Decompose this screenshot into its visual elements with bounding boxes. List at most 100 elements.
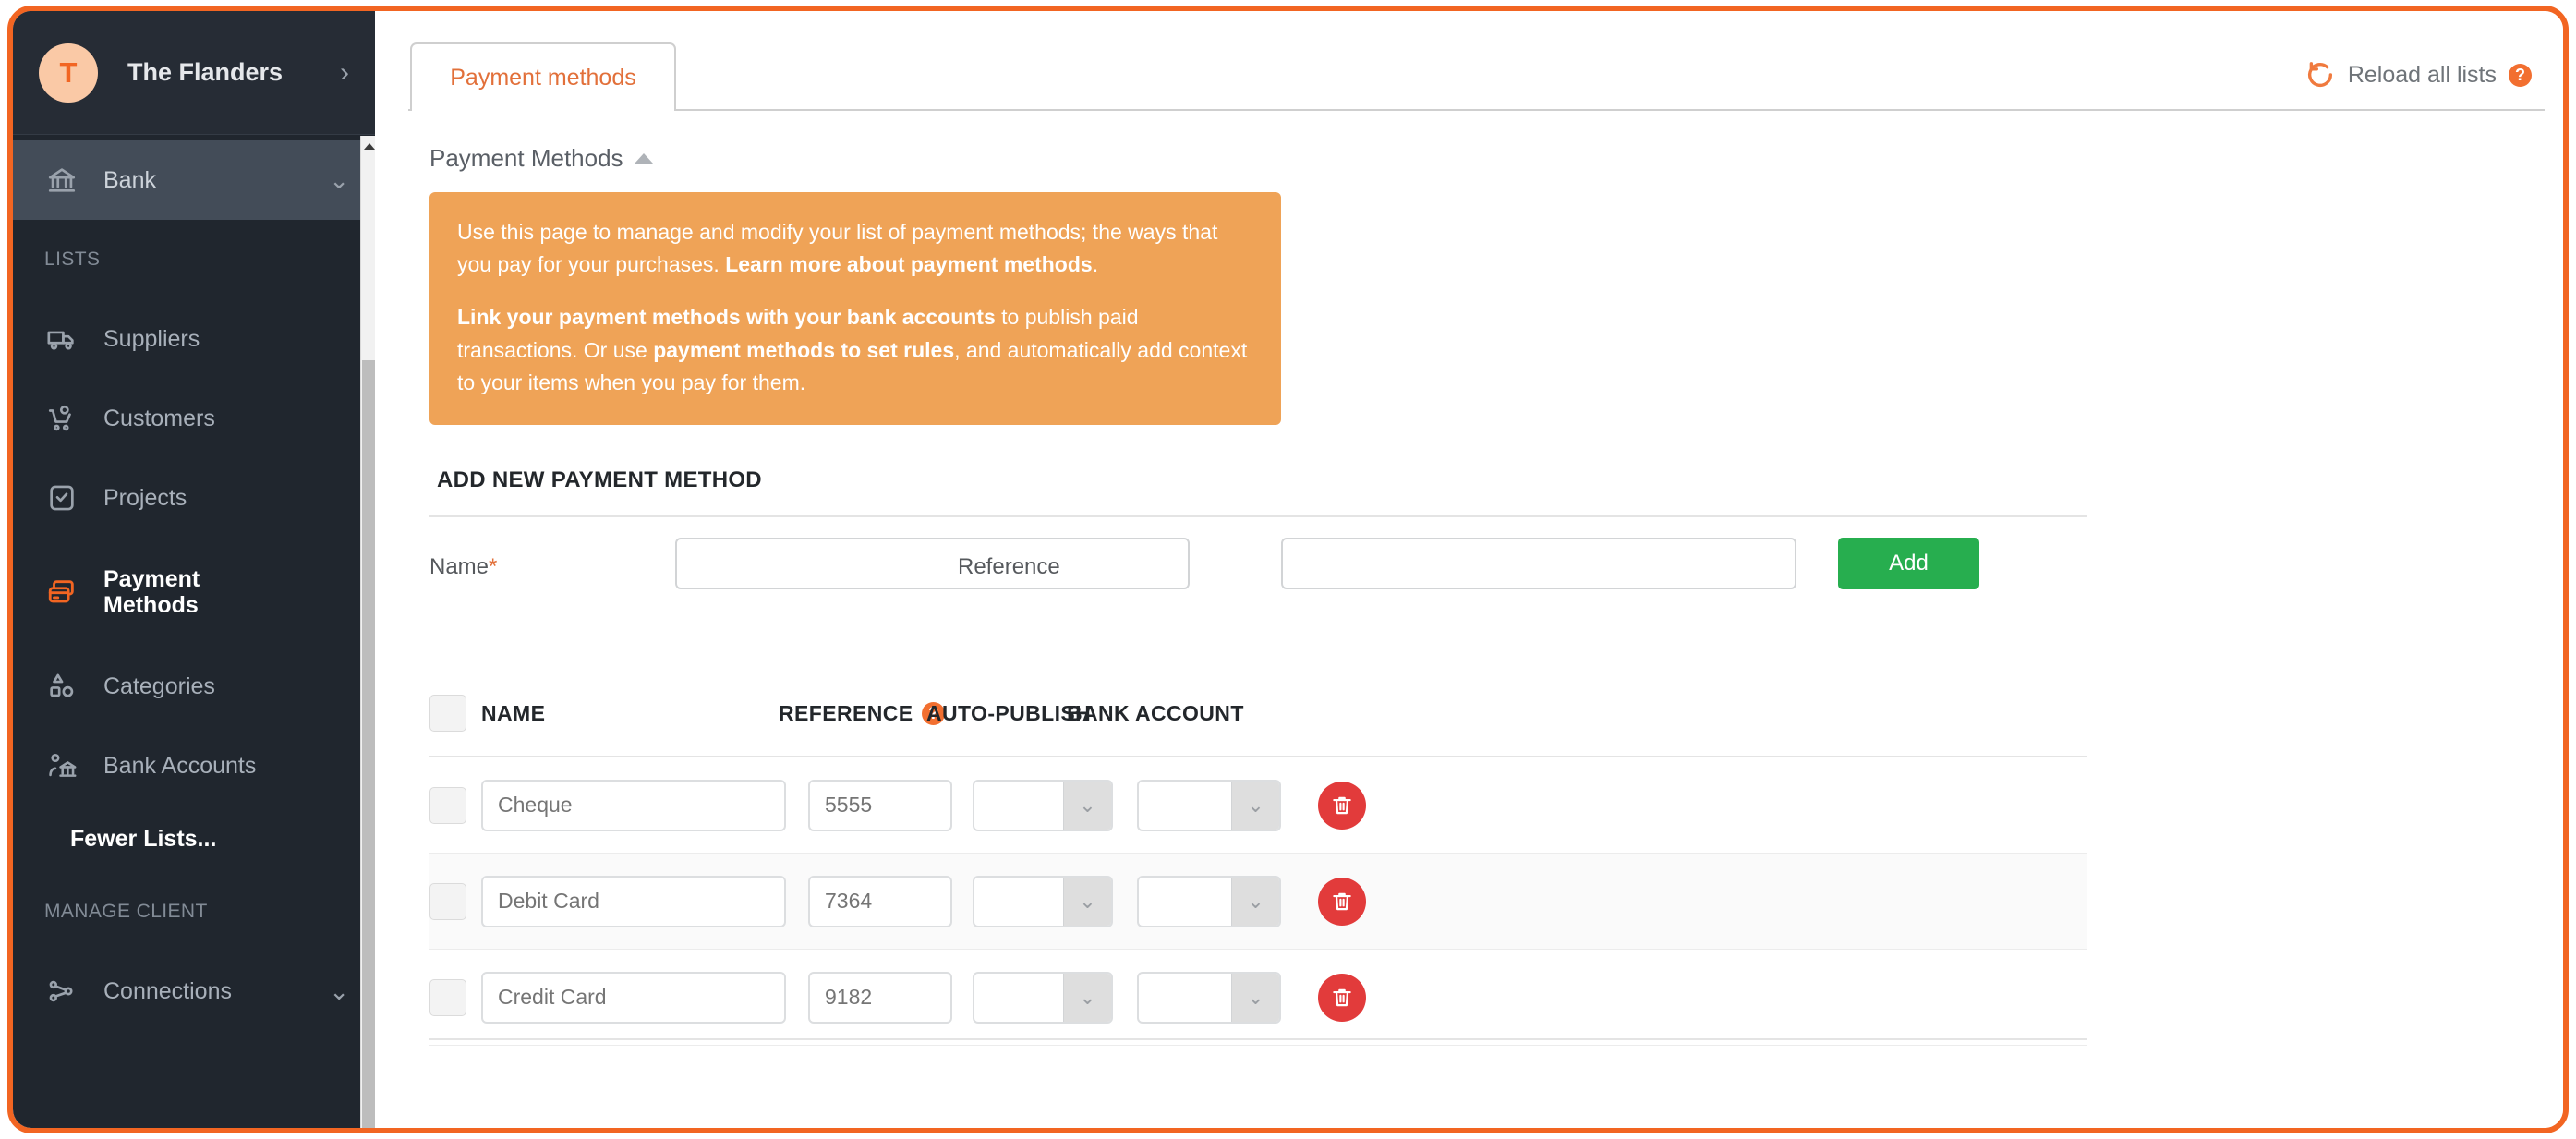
sidebar-item-suppliers-label: Suppliers — [103, 325, 200, 352]
sidebar-item-bank-label: Bank — [103, 166, 156, 193]
main-content: Payment methods Reload all lists ? Payme… — [375, 11, 2563, 1128]
row-bank-account-select[interactable]: ⌄ — [1137, 875, 1281, 927]
tab-strip: Payment methods — [408, 42, 2545, 111]
truck-icon — [44, 321, 79, 357]
page-title: Payment Methods — [429, 144, 623, 172]
row-auto-publish-select[interactable]: ⌄ — [973, 875, 1113, 927]
row-name-input[interactable] — [481, 875, 786, 927]
row-delete-button[interactable] — [1318, 781, 1366, 830]
row-checkbox[interactable] — [429, 978, 466, 1016]
row-select-cell — [429, 882, 481, 920]
sidebar-fewer-lists-label: Fewer Lists... — [70, 825, 217, 852]
learn-more-link[interactable]: Learn more about payment methods — [725, 252, 1092, 276]
sidebar-item-projects-label: Projects — [103, 484, 187, 511]
set-rules-link[interactable]: payment methods to set rules — [653, 338, 954, 362]
workspace-switcher[interactable]: T The Flanders › — [13, 11, 375, 135]
tab-payment-methods-label: Payment methods — [450, 64, 636, 91]
bank-person-icon — [44, 748, 79, 783]
chevron-down-icon[interactable]: ⌄ — [1231, 973, 1279, 1022]
row-bank-account-select[interactable]: ⌄ — [1137, 779, 1281, 831]
trash-icon — [1333, 988, 1351, 1006]
name-input[interactable] — [675, 538, 1190, 589]
avatar: T — [39, 42, 98, 103]
chevron-down-icon[interactable]: ⌄ — [329, 977, 349, 1006]
name-label-text: Name — [429, 554, 490, 579]
sidebar-item-categories-label: Categories — [103, 672, 215, 699]
chevron-down-icon[interactable]: ⌄ — [329, 166, 349, 195]
chevron-down-icon[interactable]: ⌄ — [1063, 973, 1111, 1022]
row-checkbox[interactable] — [429, 786, 466, 824]
sidebar-scrollbar[interactable] — [360, 136, 375, 1128]
add-button[interactable]: Add — [1838, 538, 1979, 589]
tab-payment-methods[interactable]: Payment methods — [410, 42, 676, 111]
link-bank-accounts-link[interactable]: Link your payment methods with your bank… — [457, 305, 996, 329]
row-select-cell — [429, 786, 481, 824]
app-window: T The Flanders › Bank ⌄ LISTS Suppliers … — [7, 6, 2569, 1133]
reference-input[interactable] — [1281, 538, 1796, 589]
sidebar-item-customers[interactable]: Customers — [13, 379, 375, 458]
tab-strip-underline — [408, 109, 2545, 111]
table-row: ⌄ ⌄ — [429, 854, 2087, 950]
reload-all-lists-button[interactable]: Reload all lists ? — [2304, 59, 2532, 91]
clipboard-check-icon — [44, 480, 79, 515]
chevron-right-icon[interactable]: › — [340, 58, 349, 87]
row-name-input[interactable] — [481, 779, 786, 831]
row-reference-input[interactable] — [808, 875, 952, 927]
select-all-cell — [429, 695, 481, 732]
row-reference-input[interactable] — [808, 779, 952, 831]
sidebar-item-customers-label: Customers — [103, 405, 215, 431]
sidebar-item-connections[interactable]: Connections ⌄ — [13, 951, 375, 1031]
column-header-reference-label: REFERENCE — [779, 700, 913, 725]
add-new-payment-method-heading: ADD NEW PAYMENT METHOD — [437, 467, 762, 492]
sidebar-item-payment-methods-label: Payment Methods — [103, 566, 200, 618]
chevron-down-icon[interactable]: ⌄ — [1231, 781, 1279, 830]
row-auto-publish-select[interactable]: ⌄ — [973, 971, 1113, 1024]
row-checkbox[interactable] — [429, 882, 466, 920]
column-header-bank-account: BANK ACCOUNT — [1067, 700, 1244, 725]
sidebar-item-suppliers[interactable]: Suppliers — [13, 299, 375, 379]
sidebar-item-connections-label: Connections — [103, 977, 232, 1004]
partial-icon — [44, 135, 79, 137]
sidebar-item-projects[interactable]: Projects — [13, 458, 375, 538]
required-mark: * — [489, 554, 498, 579]
sidebar-group-lists: LISTS — [44, 248, 101, 270]
reference-label: Reference — [958, 554, 1060, 579]
row-delete-button[interactable] — [1318, 973, 1366, 1022]
sidebar: T The Flanders › Bank ⌄ LISTS Suppliers … — [13, 11, 375, 1128]
info-banner: Use this page to manage and modify your … — [429, 192, 1281, 425]
row-delete-button[interactable] — [1318, 877, 1366, 926]
sidebar-nav-scroll-area: Bank ⌄ LISTS Suppliers Customers Project… — [13, 135, 375, 1128]
column-header-name: NAME — [481, 700, 546, 725]
caret-up-icon[interactable] — [634, 153, 653, 164]
column-header-reference: REFERENCE ? — [779, 700, 946, 726]
sidebar-fewer-lists-link[interactable]: Fewer Lists... — [13, 806, 375, 872]
row-auto-publish-select[interactable]: ⌄ — [973, 779, 1113, 831]
sidebar-item-categories[interactable]: Categories — [13, 647, 375, 726]
row-reference-input[interactable] — [808, 971, 952, 1024]
section-header[interactable]: Payment Methods — [429, 144, 653, 173]
reload-icon — [2304, 59, 2336, 91]
connections-icon — [44, 974, 79, 1009]
row-bank-account-select[interactable]: ⌄ — [1137, 971, 1281, 1024]
chevron-down-icon[interactable]: ⌄ — [1063, 781, 1111, 830]
banner-p1-end: . — [1092, 252, 1099, 277]
row-name-input[interactable] — [481, 971, 786, 1024]
sidebar-item-bank-accounts[interactable]: Bank Accounts — [13, 726, 375, 806]
workspace-name: The Flanders — [127, 58, 284, 86]
payment-methods-table: NAME REFERENCE ? AUTO-PUBLISH BANK ACCOU… — [429, 671, 2087, 1046]
table-row: ⌄ ⌄ — [429, 757, 2087, 854]
reload-all-lists-label: Reload all lists — [2347, 61, 2497, 88]
sidebar-item-bank[interactable]: Bank ⌄ — [13, 140, 375, 220]
name-label: Name* — [429, 554, 497, 580]
chevron-down-icon[interactable]: ⌄ — [1063, 877, 1111, 926]
trash-icon — [1333, 796, 1351, 814]
scrollbar-thumb[interactable] — [362, 360, 375, 1128]
payment-card-icon — [44, 575, 79, 610]
sidebar-item-payment-methods[interactable]: Payment Methods — [13, 538, 375, 647]
help-icon[interactable]: ? — [2509, 63, 2532, 87]
bank-icon — [44, 163, 79, 198]
select-all-checkbox[interactable] — [429, 695, 466, 732]
scroll-up-arrow-icon[interactable] — [361, 139, 375, 153]
chevron-down-icon[interactable]: ⌄ — [1231, 877, 1279, 926]
add-payment-method-form: Name* Reference Add — [429, 536, 2087, 623]
